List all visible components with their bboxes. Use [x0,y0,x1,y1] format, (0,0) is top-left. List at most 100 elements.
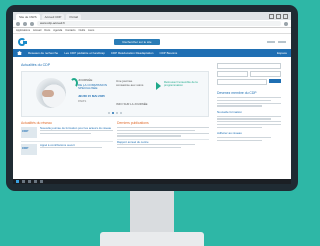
text-line [117,135,182,137]
close-icon[interactable] [283,13,288,19]
text-line [217,97,281,99]
carousel-dot[interactable] [108,112,110,114]
hero-image [36,78,68,110]
event-title-line: SPÉCIALISÉE [78,86,98,90]
sidebar: Devenez membre du CDP Nouvelle formation… [217,63,281,142]
start-icon[interactable] [16,180,19,183]
monitor-stand [130,191,174,233]
sidebar-title: Devenez membre du CDP [217,91,257,95]
news-thumbnail: CDP [21,127,37,138]
text-line [217,136,272,139]
divider [21,141,113,142]
nav-item[interactable]: Les CDP pédiatrie et handicap [64,51,105,55]
sidebar-input[interactable] [217,79,267,85]
carousel-dot[interactable] [116,112,118,114]
text-line [117,144,196,146]
publications-section-title: Derniers publications [117,121,149,125]
text-line [40,130,113,132]
news-thumbnail: CDP [21,143,37,155]
back-icon[interactable] [16,21,20,26]
text-line [217,126,262,128]
forward-icon[interactable] [23,21,27,26]
browser-tab[interactable]: Portail [66,14,81,20]
publications-column: Derniers publications Rapport annuel du … [117,121,209,150]
scene: Site de l'ARS Accueil CDP Portail www.cd… [0,0,304,246]
hero-section-title: Actualités du CDP [21,63,51,67]
bookmark-item[interactable]: Contacts [65,29,75,32]
carousel-dot[interactable] [120,112,122,114]
bookmark-item[interactable]: Applications [16,29,30,32]
bookmark-item[interactable]: Agenda [53,29,62,32]
taskbar-app-icon[interactable] [34,180,37,183]
news-item[interactable]: CDP Appel à contributions ouvert [21,143,113,155]
sidebar-input[interactable] [250,71,281,77]
taskbar-app-icon[interactable] [40,180,43,183]
text-line [217,99,272,101]
reload-icon[interactable] [30,21,34,26]
sidebar-subtitle[interactable]: Adhérer au réseau [217,131,281,135]
nav-item[interactable]: Réseaux de recherche [28,51,58,55]
browser-tabbar: Site de l'ARS Accueil CDP Portail [13,12,291,20]
text-line [40,146,103,148]
bookmark-item[interactable]: Accueil [33,29,41,32]
text-line [217,139,262,141]
taskbar-app-icon[interactable] [22,180,25,183]
event-logo-icon [70,78,78,88]
site-logo[interactable] [18,37,32,47]
sidebar-input[interactable] [217,63,281,69]
nav-item[interactable]: CDP Rééducation Réadaptation [111,51,154,55]
url-input[interactable]: www.cdp-accueil.fr [37,21,281,26]
sidebar-submit-button[interactable] [269,79,281,83]
browser-tab[interactable]: Site de l'ARS [16,14,40,20]
text-line [217,115,281,117]
news-item[interactable]: CDP Nouvelle journée de formation pour l… [21,126,113,138]
nav-item[interactable]: CDP Besoins [159,51,177,55]
site-search-button[interactable]: Rechercher sur le site [114,38,160,45]
nav-espace-link[interactable]: Espace [277,51,287,55]
header-link[interactable] [278,40,286,43]
text-line [40,132,92,135]
site-header: Rechercher sur le site [13,34,291,49]
monitor: Site de l'ARS Accueil CDP Portail www.cd… [6,5,298,191]
main-nav: Réseaux de recherche Les CDP pédiatrie e… [13,49,291,57]
header-link[interactable] [267,40,275,43]
news-column: Actualités du réseau CDP Nouvelle journé… [21,121,113,158]
arrow-right-icon [156,82,161,90]
text-line [217,121,281,123]
screen: Site de l'ARS Accueil CDP Portail www.cd… [13,12,291,184]
text-line [217,102,281,104]
event-promo-text: Retrouvez l'ensemble de la programmation [164,80,198,88]
browser-tab[interactable]: Accueil CDP [41,14,65,20]
event-location: PARIS [78,99,87,103]
text-line [217,105,262,107]
news-section-title: Actualités du réseau [21,121,52,125]
carousel-dot[interactable] [112,112,114,114]
hero-banner[interactable]: JOURNÉE DE LA COMMISSION SPÉCIALISÉE JEU… [21,71,209,117]
taskbar-app-icon[interactable] [28,180,31,183]
sidebar-input[interactable] [217,71,248,77]
news-title[interactable]: Nouvelle journée de formation pour les a… [40,126,113,130]
os-taskbar [13,179,291,184]
event-date: JEUDI 15 MAI 2025 [78,94,105,98]
divider [117,138,209,140]
text-line [117,147,182,149]
carousel-dots [108,112,122,114]
bookmark-item[interactable]: Liens [88,29,94,32]
text-line [217,123,281,126]
star-icon[interactable] [284,21,288,26]
maximize-icon[interactable] [276,13,281,19]
sidebar-subtitle[interactable]: Nouvelle formation [217,110,281,114]
text-line [117,129,196,131]
event-label: JOURNÉE [78,78,93,82]
bookmark-item[interactable]: Docs [44,29,50,32]
minimize-icon[interactable] [269,13,274,19]
page-content: Actualités du CDP JOURNÉE DE LA COMMISSI… [13,57,291,175]
bookmark-item[interactable]: Outils [79,29,86,32]
event-description: Une journée consacrée aux soins [116,79,144,87]
window-controls [269,12,291,20]
home-icon[interactable] [17,51,22,55]
text-line [117,132,209,134]
text-line [117,127,209,129]
event-info-link[interactable]: INFO SUR LA JOURNÉE [116,102,148,106]
address-bar: www.cdp-accueil.fr [13,20,291,28]
